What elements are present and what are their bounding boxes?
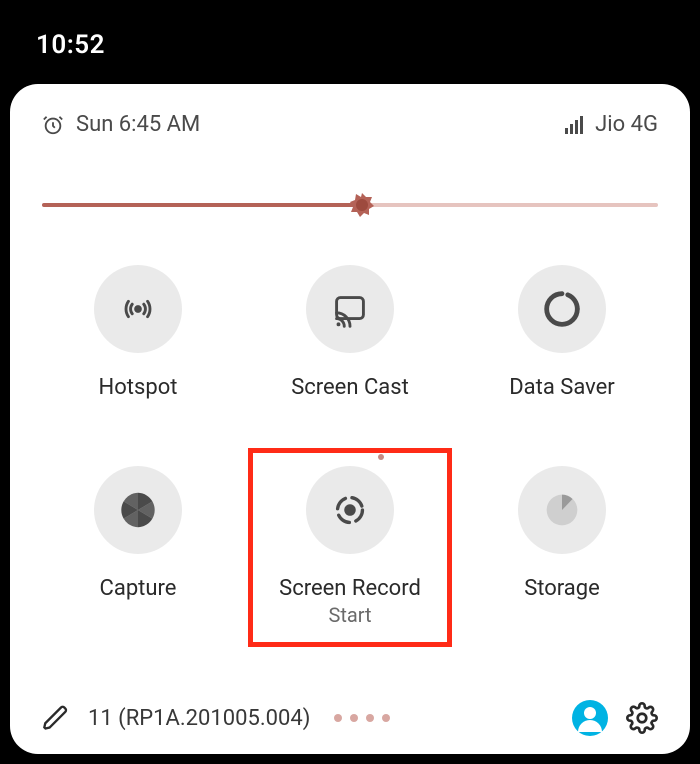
page-dot	[366, 714, 374, 722]
build-label: 11 (RP1A.201005.004)	[88, 706, 310, 731]
storage-icon[interactable]	[518, 466, 606, 554]
page-dot	[334, 714, 342, 722]
capture-icon[interactable]	[94, 466, 182, 554]
settings-gear-icon[interactable]	[626, 702, 658, 734]
tile-label: Capture	[100, 576, 177, 601]
footer-bar: 11 (RP1A.201005.004)	[42, 676, 658, 736]
tile-sublabel: Start	[328, 603, 371, 627]
record-icon[interactable]	[306, 466, 394, 554]
quick-settings-panel: Sun 6:45 AM Jio 4G Hotspot Screen Cast Dat…	[10, 84, 690, 754]
tile-label: Screen Cast	[291, 375, 409, 400]
edit-icon[interactable]	[42, 704, 70, 732]
tile-label: Storage	[524, 576, 600, 601]
recording-indicator-dot	[378, 454, 384, 460]
datasaver-icon[interactable]	[518, 265, 606, 353]
carrier-label: Jio 4G	[595, 112, 658, 137]
status-left: Sun 6:45 AM	[42, 112, 200, 137]
page-indicator	[334, 714, 390, 722]
alarm-icon	[42, 114, 64, 136]
tile-label: Hotspot	[99, 375, 178, 400]
tile-storage[interactable]: Storage	[466, 466, 658, 627]
status-right: Jio 4G	[565, 112, 658, 137]
alarm-time-label: Sun 6:45 AM	[76, 112, 200, 137]
brightness-thumb[interactable]	[348, 191, 376, 219]
hotspot-icon[interactable]	[94, 265, 182, 353]
tile-screenrecord[interactable]: Screen RecordStart	[254, 466, 446, 627]
signal-icon	[565, 116, 585, 134]
tile-datasaver[interactable]: Data Saver	[466, 265, 658, 400]
tile-hotspot[interactable]: Hotspot	[42, 265, 234, 400]
tile-label: Data Saver	[509, 375, 615, 400]
page-dot	[382, 714, 390, 722]
device-time: 10:52	[36, 30, 105, 60]
user-avatar-icon[interactable]	[572, 700, 608, 736]
page-dot	[350, 714, 358, 722]
status-bar: Sun 6:45 AM Jio 4G	[42, 112, 658, 137]
brightness-slider[interactable]	[42, 191, 658, 219]
tile-screencast[interactable]: Screen Cast	[254, 265, 446, 400]
cast-icon[interactable]	[306, 265, 394, 353]
tile-capture[interactable]: Capture	[42, 466, 234, 627]
tiles-grid: Hotspot Screen Cast Data Saver Capture Scree…	[42, 265, 658, 627]
tile-label: Screen Record	[279, 576, 421, 601]
